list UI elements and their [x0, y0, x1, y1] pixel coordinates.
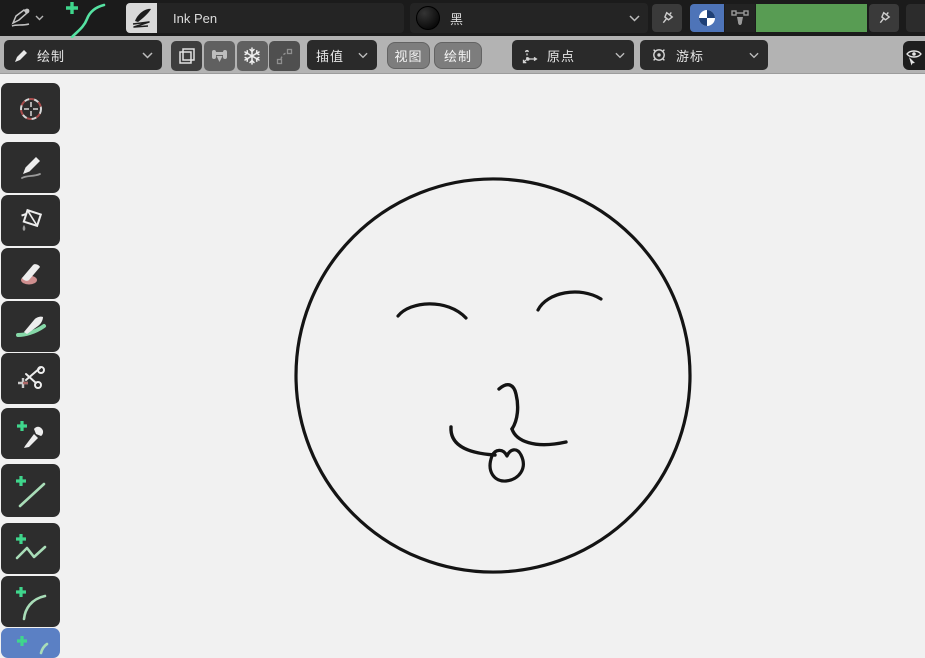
tool-tint[interactable]: [1, 301, 60, 352]
brush-selector[interactable]: Ink Pen: [126, 3, 404, 33]
material-sphere-icon: [697, 8, 717, 28]
interpolate-label: 插值: [316, 46, 344, 65]
draw-tool-icon: [15, 152, 47, 184]
tool-eyedropper[interactable]: [1, 408, 60, 459]
pencil-icon: [13, 47, 30, 64]
cursor-tool-icon: [15, 93, 47, 125]
active-tool-indicator: [56, 0, 112, 38]
material-selector[interactable]: 黑: [410, 3, 648, 33]
editor-type-selector[interactable]: [4, 4, 48, 32]
brush-name-field[interactable]: Ink Pen: [157, 3, 404, 33]
tool-polyline[interactable]: [1, 523, 60, 574]
pin-icon: [875, 9, 893, 27]
multiframe-icon: [178, 47, 196, 65]
tool-cursor[interactable]: [1, 83, 60, 134]
tool-arc[interactable]: [1, 576, 60, 627]
chevron-down-icon: [358, 52, 368, 59]
grease-pencil-stroke: [451, 427, 495, 455]
eye-cursor-icon: [903, 46, 925, 66]
tool-fill[interactable]: [1, 195, 60, 246]
cursor-gizmo-icon: [649, 45, 669, 65]
grease-pencil-stroke: [296, 179, 690, 572]
tool-settings-header: 绘制: [0, 36, 925, 74]
draw-menu-label: 绘制: [444, 46, 472, 65]
line-tool-icon: [11, 471, 51, 511]
grease-pencil-stroke: [538, 292, 601, 310]
tool-curve[interactable]: [1, 628, 60, 658]
top-header: Ink Pen 黑: [0, 0, 925, 36]
grease-pencil-editor-icon: [9, 7, 33, 29]
drawing-plane-dropdown[interactable]: 游标: [640, 40, 768, 70]
arc-tool-icon: [11, 582, 51, 622]
polyline-tool-icon: [11, 530, 51, 568]
vertex-color-swatch[interactable]: [756, 4, 867, 32]
mode-selector[interactable]: 绘制: [4, 40, 162, 70]
mode-label: 绘制: [37, 46, 65, 65]
pin-vertex-color-button[interactable]: [869, 4, 899, 32]
grease-pencil-stroke: [499, 385, 518, 429]
pin-material-button[interactable]: [652, 4, 682, 32]
view-menu-button[interactable]: 视图: [387, 42, 430, 69]
drawing-canvas[interactable]: [0, 0, 925, 647]
vertex-color-mode-button[interactable]: [725, 4, 755, 32]
automerge-icon: [210, 47, 229, 66]
ink-pen-brush-icon: [129, 5, 155, 31]
tint-tool-icon: [14, 311, 48, 343]
cutter-tool-icon: [14, 362, 48, 396]
vertex-color-icon: [730, 8, 750, 28]
freeze-toggle-button[interactable]: [237, 41, 268, 71]
curve-tool-icon: [11, 629, 51, 657]
tool-draw[interactable]: [1, 142, 60, 193]
drawing-plane-label: 游标: [676, 46, 704, 65]
chevron-down-icon: [35, 15, 44, 21]
chevron-down-icon: [142, 52, 153, 59]
automerge-toggle-button[interactable]: [204, 41, 235, 71]
erase-tool-icon: [15, 258, 47, 290]
draw-menu-button[interactable]: 绘制: [434, 42, 482, 69]
view-menu-label: 视图: [394, 46, 422, 65]
chevron-down-icon: [615, 52, 625, 59]
material-preview-sphere: [416, 6, 440, 30]
snowflake-icon: [242, 46, 262, 66]
falloff-curve-icon: [275, 47, 294, 66]
chevron-down-icon: [749, 52, 759, 59]
brush-thumbnail[interactable]: [126, 3, 157, 33]
material-name: 黑: [450, 9, 464, 28]
grease-pencil-stroke: [512, 429, 566, 445]
grease-pencil-stroke: [398, 304, 466, 318]
fill-tool-icon: [15, 205, 47, 237]
origin-axes-icon: [521, 46, 540, 65]
eyedropper-plus-icon: [13, 417, 49, 451]
chevron-down-icon: [629, 15, 640, 22]
tool-erase[interactable]: [1, 248, 60, 299]
falloff-toggle-button[interactable]: [269, 41, 300, 71]
stroke-placement-dropdown[interactable]: 原点: [512, 40, 634, 70]
overlay-visibility-button[interactable]: [903, 41, 925, 70]
tool-line[interactable]: [1, 464, 60, 517]
clipped-header-field[interactable]: [906, 4, 925, 32]
pin-icon: [658, 9, 676, 27]
multiframe-toggle-button[interactable]: [171, 41, 202, 71]
stroke-placement-label: 原点: [547, 46, 575, 65]
interpolate-dropdown[interactable]: 插值: [307, 40, 377, 70]
tool-cutter[interactable]: [1, 353, 60, 404]
curve-tool-icon: [56, 0, 112, 38]
material-color-mode-button[interactable]: [690, 4, 724, 32]
